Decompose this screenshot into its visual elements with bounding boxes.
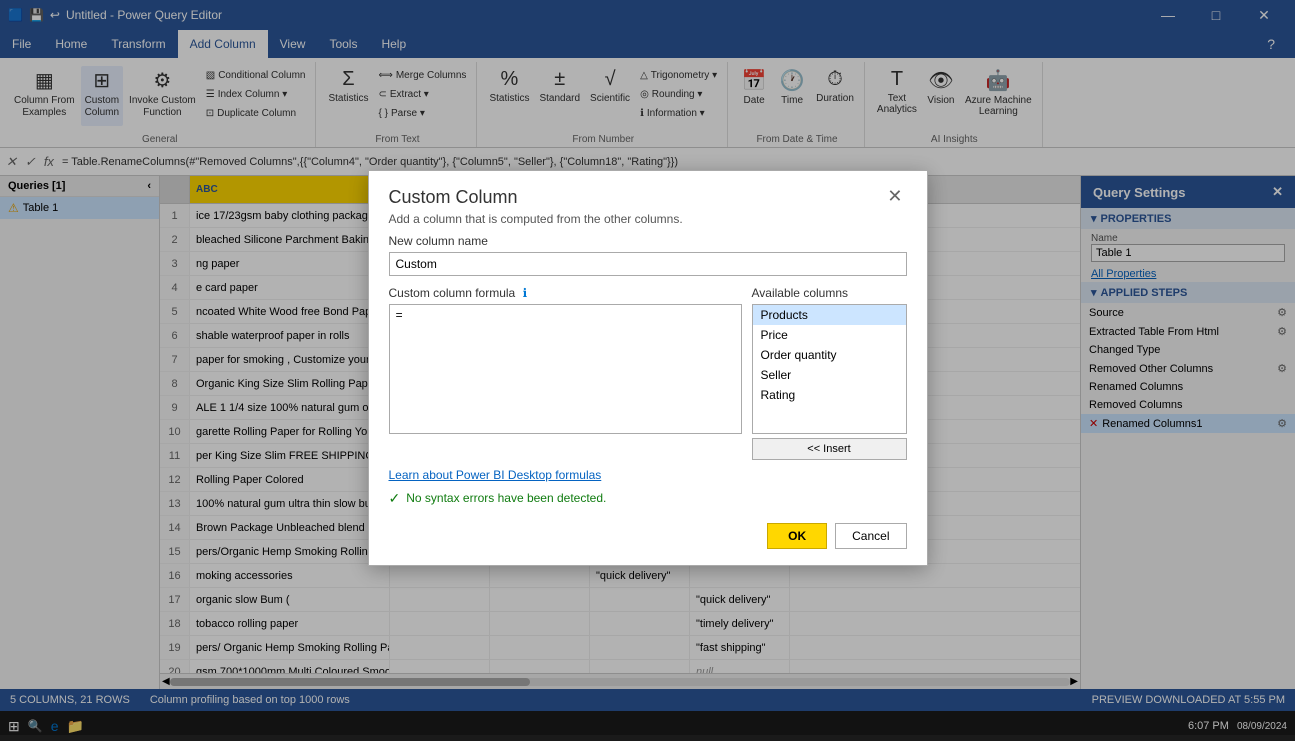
cancel-button[interactable]: Cancel (835, 523, 906, 549)
formula-area: Custom column formula ℹ = (389, 286, 742, 460)
col-item-order-qty[interactable]: Order quantity (753, 345, 906, 365)
learn-more-link[interactable]: Learn about Power BI Desktop formulas (389, 468, 907, 482)
modal-status: ✓ No syntax errors have been detected. (389, 490, 907, 507)
new-column-label: New column name (389, 234, 907, 248)
col-item-rating[interactable]: Rating (753, 385, 906, 405)
custom-column-modal: Custom Column Add a column that is compu… (368, 170, 928, 566)
columns-list: Products Price Order quantity Seller Rat… (752, 304, 907, 434)
formula-info-icon: ℹ (523, 286, 528, 300)
available-columns-area: Available columns Products Price Order q… (752, 286, 907, 460)
formula-label: Custom column formula ℹ (389, 286, 742, 300)
modal-title: Custom Column (389, 187, 683, 208)
insert-button[interactable]: << Insert (752, 438, 907, 460)
col-item-seller[interactable]: Seller (753, 365, 906, 385)
available-columns-label: Available columns (752, 286, 907, 300)
formula-textarea[interactable]: = (389, 304, 742, 434)
status-message: No syntax errors have been detected. (406, 491, 606, 505)
modal-body: New column name Custom column formula ℹ … (369, 234, 927, 507)
modal-close-button[interactable]: ✕ (883, 187, 906, 205)
new-column-name-input[interactable] (389, 252, 907, 276)
modal-subtitle: Add a column that is computed from the o… (389, 212, 683, 226)
modal-title-area: Custom Column Add a column that is compu… (389, 187, 683, 226)
ok-button[interactable]: OK (767, 523, 827, 549)
col-item-products[interactable]: Products (753, 305, 906, 325)
modal-two-col: Custom column formula ℹ = Available colu… (389, 286, 907, 460)
modal-overlay: Custom Column Add a column that is compu… (0, 0, 1295, 735)
col-item-price[interactable]: Price (753, 325, 906, 345)
modal-header: Custom Column Add a column that is compu… (369, 171, 927, 234)
modal-footer: OK Cancel (369, 515, 927, 565)
status-check-icon: ✓ (389, 490, 401, 507)
formula-label-text: Custom column formula (389, 286, 516, 300)
